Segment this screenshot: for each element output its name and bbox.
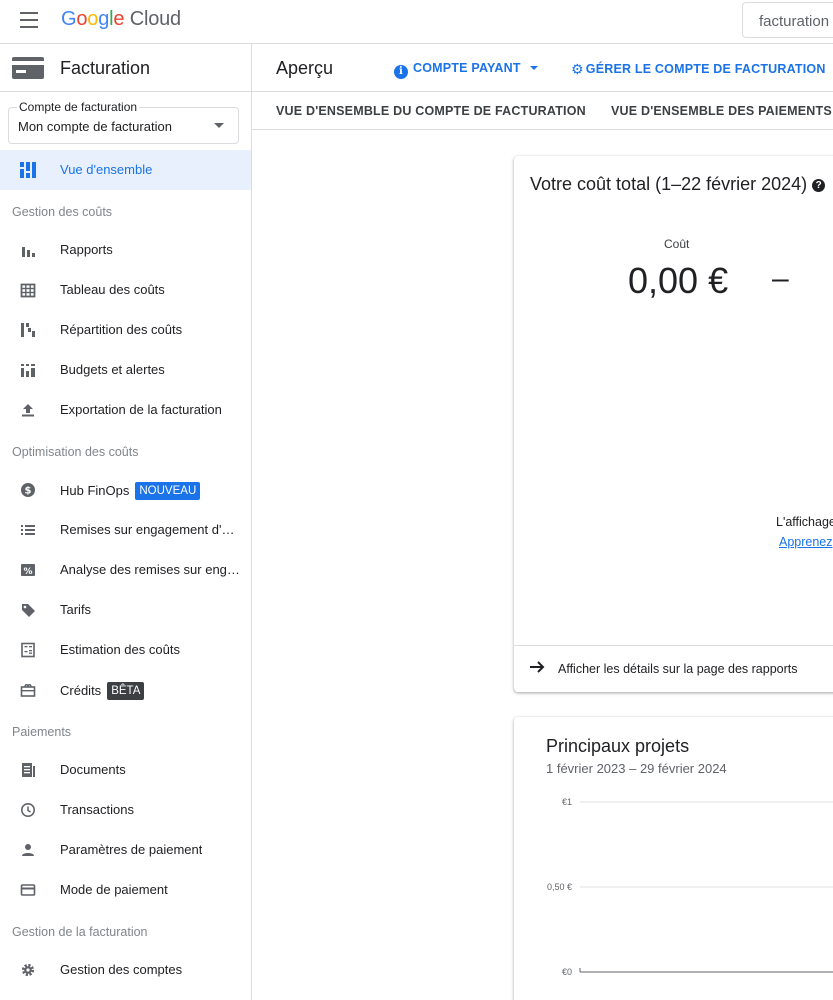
beta-badge: BÊTA	[107, 682, 145, 700]
sidebar-item-discount-analysis[interactable]: % Analyse des remises sur eng…	[0, 550, 251, 590]
percent-icon: %	[20, 562, 36, 578]
svg-text:%: %	[23, 567, 32, 577]
sidebar-item-cost-breakdown[interactable]: Répartition des coûts	[0, 310, 251, 350]
sidebar: Facturation Compte de facturation Mon co…	[0, 44, 252, 1000]
info-icon: i	[394, 65, 408, 79]
gear-icon	[20, 962, 36, 978]
top-projects-card: Principaux projets 1 février 2023 – 29 f…	[514, 717, 833, 1000]
tag-icon	[20, 602, 36, 618]
sidebar-item-reports[interactable]: Rapports	[0, 230, 251, 270]
new-badge: NOUVEAU	[135, 482, 201, 500]
hamburger-menu-icon[interactable]	[20, 12, 40, 30]
upload-icon	[20, 402, 36, 418]
sidebar-item-account-management[interactable]: Gestion des comptes	[0, 950, 251, 990]
account-type-dropdown[interactable]: i COMPTE PAYANT	[394, 61, 538, 79]
view-report-details-link[interactable]: Afficher les détails sur la page des rap…	[514, 645, 833, 692]
sidebar-header: Facturation	[0, 44, 251, 92]
clock-icon	[20, 802, 36, 818]
sidebar-item-transactions[interactable]: Transactions	[0, 790, 251, 830]
main-header: Aperçu i COMPTE PAYANT ⚙ GÉRER LE COMPTE D…	[252, 44, 833, 92]
y-tick-label: €0	[562, 967, 572, 977]
list-icon	[20, 522, 36, 538]
cost-value: 0,00 €	[628, 260, 729, 301]
sidebar-item-payment-method[interactable]: Mode de paiement	[0, 870, 251, 910]
dollar-icon: $	[20, 482, 36, 498]
sidebar-item-billing-export[interactable]: Exportation de la facturation	[0, 390, 251, 430]
sidebar-title: Facturation	[60, 58, 151, 78]
calculator-icon	[20, 642, 36, 658]
learn-more-link[interactable]: Apprenez	[779, 535, 833, 549]
total-cost-title: Votre coût total (1–22 février 2024)?	[530, 174, 826, 195]
section-header-payments: Paiements	[12, 725, 72, 739]
sidebar-item-finops-hub[interactable]: $ Hub FinOps NOUVEAU	[0, 470, 251, 510]
table-icon	[20, 282, 36, 298]
page-title: Aperçu	[276, 58, 334, 78]
section-header-billing-management: Gestion de la facturation	[12, 925, 148, 939]
help-icon[interactable]: ?	[812, 179, 826, 192]
section-header-cost-management: Gestion des coûts	[12, 205, 113, 219]
bar-chart-icon	[20, 242, 36, 258]
display-notice: L'affichage	[776, 515, 833, 529]
person-icon	[20, 842, 36, 858]
manage-billing-account-button[interactable]: ⚙ GÉRER LE COMPTE DE FACTURATION	[571, 61, 826, 78]
search-input[interactable]: facturation	[742, 2, 833, 38]
chevron-down-icon	[214, 123, 224, 128]
document-icon	[20, 762, 36, 778]
sidebar-item-cost-table[interactable]: Tableau des coûts	[0, 270, 251, 310]
gift-icon	[20, 682, 36, 698]
breakdown-icon	[20, 322, 36, 338]
sidebar-item-documents[interactable]: Documents	[0, 750, 251, 790]
credit-card-icon	[20, 882, 36, 898]
gear-icon: ⚙	[571, 61, 584, 77]
svg-text:$: $	[25, 486, 32, 497]
section-header-cost-optimization: Optimisation des coûts	[12, 445, 139, 459]
trend-value: –	[772, 262, 789, 295]
billing-account-select[interactable]: Compte de facturation Mon compte de fact…	[8, 100, 239, 144]
dashboard-icon	[20, 162, 36, 178]
y-tick-label: €1	[562, 797, 572, 807]
sidebar-item-payment-settings[interactable]: Paramètres de paiement	[0, 830, 251, 870]
top-projects-chart: €1 0,50 € €0	[547, 797, 833, 977]
billing-account-label: Compte de facturation	[17, 100, 140, 114]
sidebar-item-overview[interactable]: Vue d'ensemble	[0, 150, 251, 190]
billing-account-value: Mon compte de facturation	[18, 119, 172, 134]
y-tick-label: 0,50 €	[547, 882, 572, 892]
sidebar-item-pricing[interactable]: Tarifs	[0, 590, 251, 630]
sidebar-item-budgets-alerts[interactable]: Budgets et alertes	[0, 350, 251, 390]
cost-label: Coût	[664, 237, 690, 251]
tab-payments-overview[interactable]: VUE D'ENSEMBLE DES PAIEMENTS	[611, 104, 832, 118]
google-cloud-logo[interactable]: Google Cloud	[61, 8, 181, 31]
sidebar-item-commitment-discounts[interactable]: Remises sur engagement d'…	[0, 510, 251, 550]
tab-billing-account-overview[interactable]: VUE D'ENSEMBLE DU COMPTE DE FACTURATION	[276, 104, 586, 118]
arrow-right-icon	[528, 658, 546, 681]
total-cost-card: Votre coût total (1–22 février 2024)? Co…	[514, 156, 833, 692]
tab-bar: VUE D'ENSEMBLE DU COMPTE DE FACTURATION …	[252, 92, 833, 130]
billing-card-icon	[12, 57, 44, 79]
sidebar-item-credits[interactable]: Crédits BÊTA	[0, 670, 251, 710]
top-app-bar: Google Cloud facturation	[0, 0, 833, 44]
caret-down-icon	[529, 66, 538, 70]
budget-icon	[20, 362, 36, 378]
sidebar-item-cost-estimation[interactable]: Estimation des coûts	[0, 630, 251, 670]
